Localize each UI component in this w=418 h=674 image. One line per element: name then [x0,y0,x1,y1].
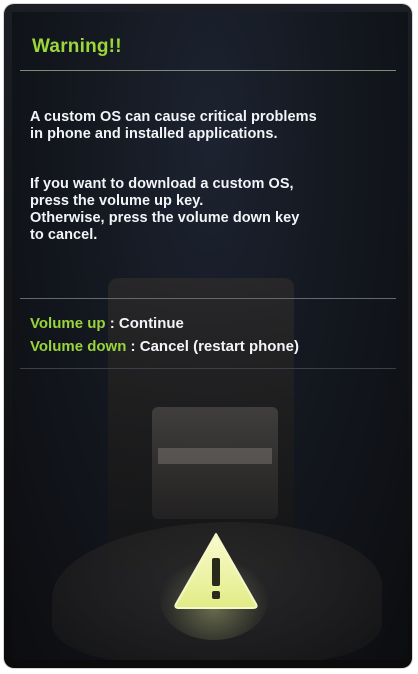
message-line: If you want to download a custom OS, [30,176,294,192]
download-mode-screen: Warning!! A custom OS can cause critical… [12,12,408,660]
title-divider [20,70,396,71]
warning-title: Warning!! [32,36,122,57]
message-line: press the volume up key. [30,193,204,209]
volume-down-key-label: Volume down [30,338,127,355]
continue-action-label: Continue [118,315,184,332]
message-line: A custom OS can cause critical problems [30,109,317,125]
cancel-action-label: Cancel (restart phone) [139,338,299,355]
volume-up-option[interactable]: Volume up : Continue [30,312,402,335]
volume-up-key-label: Volume up [30,315,106,332]
options-divider [20,298,396,299]
key-separator: : [105,315,119,332]
warning-message-paragraph-2: If you want to download a custom OS, pre… [30,176,402,244]
message-line: Otherwise, press the volume down key [30,210,300,226]
message-line: to cancel. [30,227,98,243]
bottom-divider [20,368,396,369]
warning-triangle-icon [174,533,258,609]
key-separator: : [126,338,140,355]
phone-frame: Warning!! A custom OS can cause critical… [4,4,412,668]
background-reflection-label [158,448,272,464]
warning-message-paragraph-1: A custom OS can cause critical problems … [30,109,402,143]
key-options-list: Volume up : Continue Volume down : Cance… [30,312,402,358]
message-line: in phone and installed applications. [30,126,278,142]
volume-down-option[interactable]: Volume down : Cancel (restart phone) [30,335,402,358]
